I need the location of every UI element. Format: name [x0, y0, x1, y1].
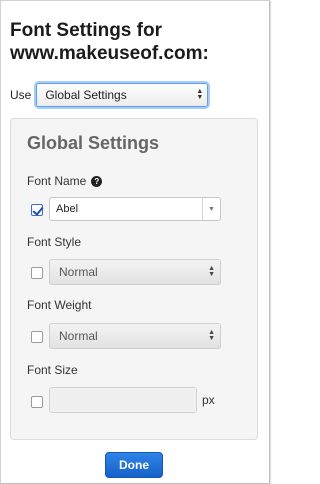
font-name-label: Font Name	[27, 174, 87, 188]
up-down-arrows-icon: ▲ ▼	[208, 265, 215, 278]
panel-title: Global Settings	[27, 133, 160, 153]
font-size-label: Font Size	[27, 363, 78, 377]
font-name-checkbox[interactable]	[31, 204, 43, 216]
done-button[interactable]: Done	[105, 452, 163, 478]
settings-scope-value: Global Settings	[45, 88, 127, 102]
settings-panel: Global Settings Font Name ? Abel ▼ Font …	[10, 118, 258, 440]
font-size-unit: px	[202, 393, 215, 407]
font-style-select[interactable]: Normal ▲ ▼	[49, 259, 221, 285]
chevron-down-icon: ▼	[202, 198, 220, 220]
font-name-select[interactable]: Abel ▼	[49, 197, 221, 221]
font-weight-label: Font Weight	[27, 298, 92, 312]
font-style-label: Font Style	[27, 235, 82, 249]
font-name-label-row: Font Name ?	[27, 174, 103, 188]
font-size-checkbox[interactable]	[31, 396, 43, 408]
font-weight-select[interactable]: Normal ▲ ▼	[49, 323, 221, 349]
font-size-input[interactable]	[49, 387, 197, 413]
font-style-value: Normal	[59, 265, 98, 279]
font-weight-value: Normal	[59, 329, 98, 343]
question-circle-icon[interactable]: ?	[91, 175, 103, 187]
dialog-frame: Font Settings for www.makeuseof.com: Use…	[0, 0, 270, 484]
page-title: Font Settings for www.makeuseof.com:	[10, 20, 209, 64]
up-down-arrows-icon: ▲ ▼	[196, 88, 204, 101]
font-style-checkbox[interactable]	[31, 267, 43, 279]
font-name-value: Abel	[56, 203, 79, 215]
font-weight-checkbox[interactable]	[31, 331, 43, 343]
up-down-arrows-icon: ▲ ▼	[208, 329, 215, 342]
use-row: Use Global Settings ▲ ▼	[10, 83, 209, 107]
use-label: Use	[10, 88, 32, 102]
settings-scope-select[interactable]: Global Settings ▲ ▼	[36, 83, 209, 107]
